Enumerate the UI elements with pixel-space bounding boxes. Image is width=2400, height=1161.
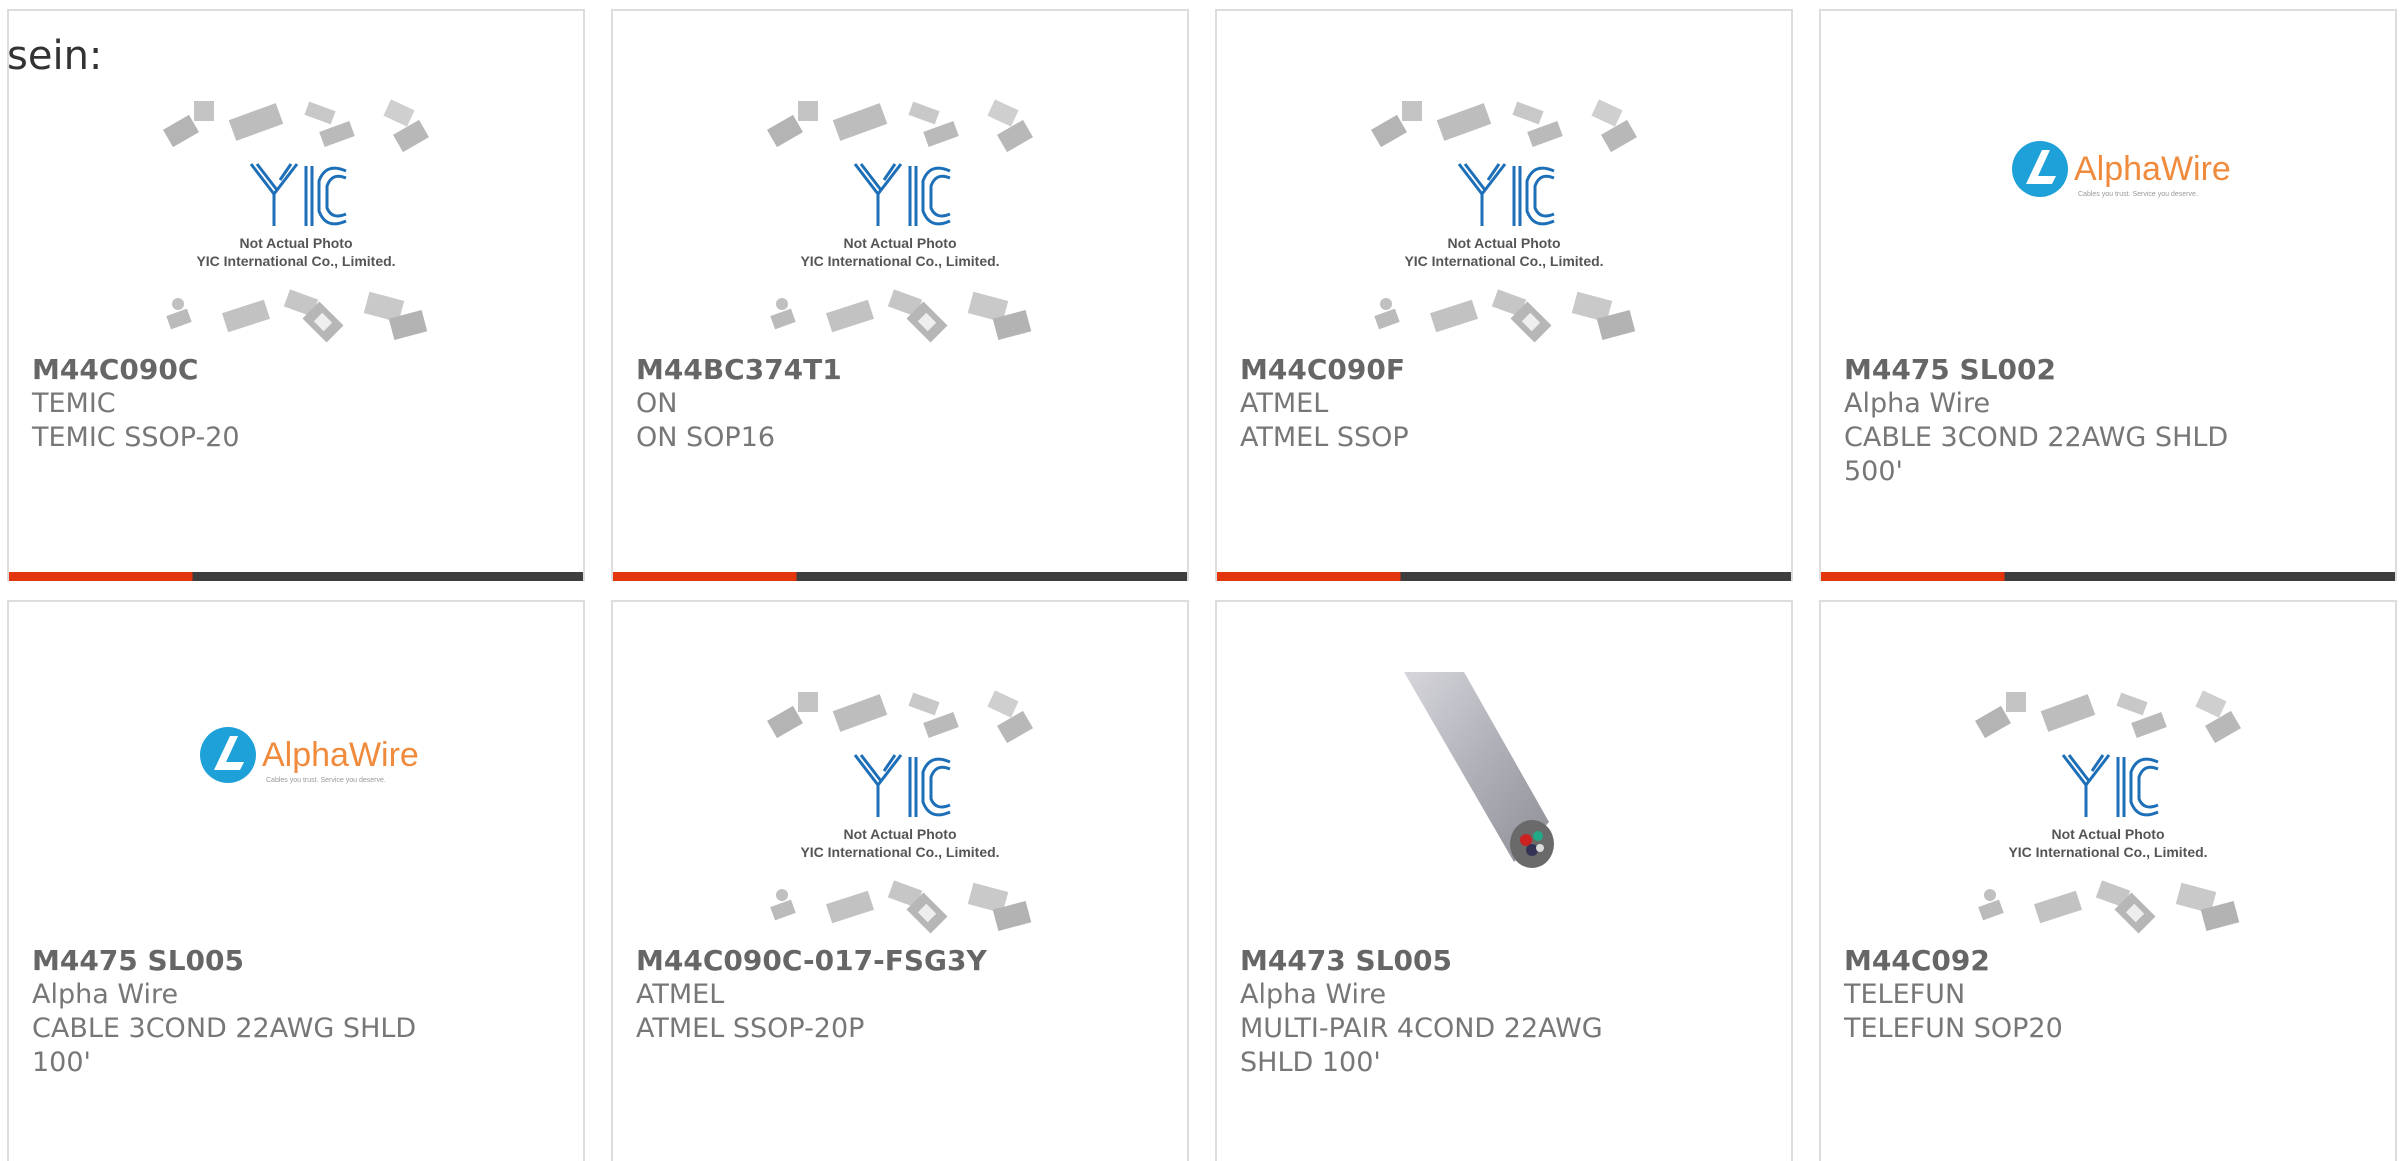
product-card-1[interactable]: Not Actual Photo YIC International Co., … bbox=[7, 9, 585, 581]
product-card-2[interactable]: Not Actual Photo YIC International Co., … bbox=[611, 9, 1189, 581]
svg-text:Cables you trust. Service you: Cables you trust. Service you deserve. bbox=[2078, 191, 2198, 198]
product-description: MULTI-PAIR 4COND 22AWG SHLD 100' bbox=[1240, 1013, 1603, 1078]
svg-text:AlphaWire: AlphaWire bbox=[262, 736, 419, 774]
cable-photo-image bbox=[1404, 672, 1554, 868]
product-card-4[interactable]: AlphaWire Cables you trust. Service you … bbox=[1819, 9, 2397, 581]
svg-text:YIC International Co., Limited: YIC International Co., Limited. bbox=[2008, 844, 2207, 860]
svg-text:YIC International Co., Limited: YIC International Co., Limited. bbox=[196, 253, 395, 269]
product-description: CABLE 3COND 22AWG SHLD 500' bbox=[1844, 422, 2229, 487]
product-image[interactable]: Not Actual Photo YIC International Co., … bbox=[1968, 687, 2248, 937]
svg-text:AlphaWire: AlphaWire bbox=[2074, 150, 2231, 188]
card-accent-bar bbox=[9, 572, 583, 581]
svg-text:Not Actual Photo: Not Actual Photo bbox=[2051, 826, 2164, 842]
product-part-number[interactable]: M44BC374T1 bbox=[636, 353, 1167, 387]
card-accent-bar bbox=[613, 572, 1187, 581]
product-image[interactable]: Not Actual Photo YIC International Co., … bbox=[1364, 96, 1644, 346]
product-card-6[interactable]: Not Actual Photo YIC International Co., … bbox=[611, 600, 1189, 1161]
svg-text:YIC International Co., Limited: YIC International Co., Limited. bbox=[1404, 253, 1603, 269]
product-part-number[interactable]: M44C090C bbox=[32, 353, 563, 387]
product-manufacturer: TEMIC bbox=[32, 388, 116, 419]
product-description: TELEFUN SOP20 bbox=[1844, 1013, 2063, 1044]
product-part-number[interactable]: M44C090F bbox=[1240, 353, 1771, 387]
intro-text: sein: bbox=[7, 33, 103, 79]
svg-text:Not Actual Photo: Not Actual Photo bbox=[843, 826, 956, 842]
product-card-8[interactable]: Not Actual Photo YIC International Co., … bbox=[1819, 600, 2397, 1161]
product-manufacturer: ATMEL bbox=[1240, 388, 1329, 419]
yic-placeholder-image: Not Actual Photo YIC International Co., … bbox=[163, 99, 429, 343]
product-image[interactable]: AlphaWire Cables you trust. Service you … bbox=[1968, 96, 2248, 346]
product-description: ATMEL SSOP-20P bbox=[636, 1013, 865, 1044]
product-card-3[interactable]: Not Actual Photo YIC International Co., … bbox=[1215, 9, 1793, 581]
svg-text:YIC International Co., Limited: YIC International Co., Limited. bbox=[800, 253, 999, 269]
yic-placeholder-image: Not Actual Photo YIC International Co., … bbox=[1975, 690, 2241, 934]
product-card-7[interactable]: M4473 SL005 Alpha Wire MULTI-PAIR 4COND … bbox=[1215, 600, 1793, 1161]
product-part-number[interactable]: M4473 SL005 bbox=[1240, 944, 1771, 978]
product-image[interactable]: AlphaWire Cables you trust. Service you … bbox=[156, 682, 436, 932]
alphawire-logo-image: AlphaWire Cables you trust. Service you … bbox=[2012, 141, 2231, 198]
product-manufacturer: Alpha Wire bbox=[1844, 388, 1991, 419]
svg-text:YIC International Co., Limited: YIC International Co., Limited. bbox=[800, 844, 999, 860]
product-manufacturer: ATMEL bbox=[636, 979, 725, 1010]
alphawire-logo-image: AlphaWire Cables you trust. Service you … bbox=[200, 727, 419, 784]
product-part-number[interactable]: M44C092 bbox=[1844, 944, 2375, 978]
card-accent-bar bbox=[1217, 572, 1791, 581]
svg-text:Cables you trust. Service you: Cables you trust. Service you deserve. bbox=[266, 777, 386, 784]
svg-text:Not Actual Photo: Not Actual Photo bbox=[843, 235, 956, 251]
product-part-number[interactable]: M4475 SL005 bbox=[32, 944, 563, 978]
product-manufacturer: TELEFUN bbox=[1844, 979, 1966, 1010]
product-description: CABLE 3COND 22AWG SHLD 100' bbox=[32, 1013, 417, 1078]
product-image[interactable]: Not Actual Photo YIC International Co., … bbox=[760, 687, 1040, 937]
product-part-number[interactable]: M4475 SL002 bbox=[1844, 353, 2375, 387]
product-manufacturer: Alpha Wire bbox=[32, 979, 179, 1010]
product-image[interactable]: Not Actual Photo YIC International Co., … bbox=[760, 96, 1040, 346]
yic-placeholder-image: Not Actual Photo YIC International Co., … bbox=[1371, 99, 1637, 343]
product-description: ON SOP16 bbox=[636, 422, 776, 453]
yic-placeholder-image: Not Actual Photo YIC International Co., … bbox=[767, 690, 1033, 934]
svg-text:Not Actual Photo: Not Actual Photo bbox=[1447, 235, 1560, 251]
product-image[interactable]: Not Actual Photo YIC International Co., … bbox=[156, 96, 436, 346]
product-description: TEMIC SSOP-20 bbox=[32, 422, 240, 453]
product-description: ATMEL SSOP bbox=[1240, 422, 1409, 453]
card-accent-bar bbox=[1821, 572, 2395, 581]
product-part-number[interactable]: M44C090C-017-FSG3Y bbox=[636, 944, 1167, 978]
product-card-5[interactable]: AlphaWire Cables you trust. Service you … bbox=[7, 600, 585, 1161]
svg-text:Not Actual Photo: Not Actual Photo bbox=[239, 235, 352, 251]
product-image[interactable] bbox=[1364, 672, 1644, 922]
yic-placeholder-image: Not Actual Photo YIC International Co., … bbox=[767, 99, 1033, 343]
product-manufacturer: ON bbox=[636, 388, 678, 419]
product-manufacturer: Alpha Wire bbox=[1240, 979, 1387, 1010]
